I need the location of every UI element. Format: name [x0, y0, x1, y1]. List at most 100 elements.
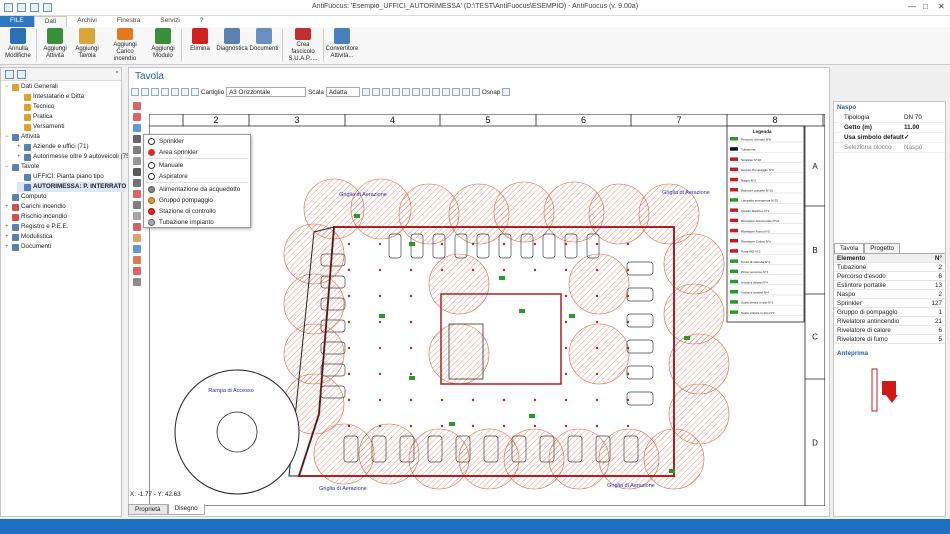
sprinkler-coverage-area[interactable] — [428, 323, 490, 385]
sprinkler-head[interactable] — [378, 242, 382, 246]
sprinkler-coverage-area[interactable] — [568, 253, 630, 315]
sprinkler-head[interactable] — [347, 294, 351, 298]
property-row[interactable]: Usa simbolo default ✓ — [834, 133, 945, 143]
sprinkler-head[interactable] — [409, 320, 413, 324]
sprinkler-head[interactable] — [347, 268, 351, 272]
tree-toggle[interactable]: − — [5, 132, 10, 142]
exit-sign[interactable] — [529, 414, 535, 418]
print-icon[interactable] — [141, 88, 149, 96]
menu-archivi[interactable]: Archivi — [67, 16, 107, 27]
menu-file[interactable]: FILE — [0, 16, 34, 27]
tool-icon[interactable] — [133, 201, 141, 209]
tool-icon[interactable] — [133, 212, 141, 220]
exit-sign[interactable] — [684, 336, 690, 340]
tree-item[interactable]: Computo — [5, 192, 47, 202]
sprinkler-head[interactable] — [347, 320, 351, 324]
copy-icon[interactable] — [401, 88, 410, 96]
table-row[interactable]: Estintore portatile 13 — [834, 281, 945, 290]
sprinkler-head[interactable] — [533, 424, 537, 428]
sprinkler-head[interactable] — [347, 424, 351, 428]
ribbon-button[interactable]: Crea fascicolo S.U.A.P..... — [285, 27, 321, 64]
table-row[interactable]: Tubazione 2 — [834, 263, 945, 272]
snap-icon[interactable] — [471, 88, 480, 96]
sprinkler-head[interactable] — [626, 294, 630, 298]
expand-all-icon[interactable] — [5, 70, 14, 79]
zoom-extents-icon[interactable] — [191, 88, 199, 96]
sprinkler-head[interactable] — [626, 424, 630, 428]
property-value[interactable]: Naspo — [904, 144, 945, 151]
sprinkler-head[interactable] — [347, 346, 351, 350]
maximize-button[interactable]: □ — [923, 2, 928, 11]
sprinkler-head[interactable] — [626, 320, 630, 324]
table-row[interactable]: Gruppo di pompaggio 1 — [834, 308, 945, 317]
panel-pin-icon[interactable]: ▫ — [116, 69, 118, 76]
sprinkler-head[interactable] — [409, 398, 413, 402]
property-row[interactable]: Getto (m) 11.00 — [834, 123, 945, 133]
sprinkler-coverage-area[interactable] — [568, 323, 630, 385]
table-row[interactable]: Rivelatore di calore 6 — [834, 326, 945, 335]
sprinkler-head[interactable] — [564, 294, 568, 298]
cartiglio-select[interactable]: A3 Orizzontale — [226, 87, 307, 97]
sprinkler-head[interactable] — [502, 398, 506, 402]
ribbon-button[interactable]: Annulla Modifiche — [2, 27, 34, 64]
sprinkler-head[interactable] — [595, 424, 599, 428]
exit-sign[interactable] — [519, 309, 525, 313]
pan-icon[interactable] — [421, 88, 430, 96]
tab-proprieta[interactable]: Proprietà — [128, 504, 168, 515]
sprinkler-head[interactable] — [378, 372, 382, 376]
context-menu-item[interactable]: Area sprinkler — [144, 147, 250, 157]
sprinkler-head[interactable] — [409, 268, 413, 272]
sprinkler-head[interactable] — [502, 424, 506, 428]
menu-servizi[interactable]: Servizi — [150, 16, 190, 27]
sprinkler-head[interactable] — [595, 398, 599, 402]
sprinkler-head[interactable] — [626, 398, 630, 402]
context-menu-item[interactable]: Sprinkler — [144, 136, 250, 146]
collapse-all-icon[interactable] — [17, 70, 26, 79]
table-icon[interactable] — [441, 88, 450, 96]
menu-finestra[interactable]: Finestra — [107, 16, 150, 27]
tool-icon[interactable] — [133, 113, 141, 121]
delete-icon[interactable] — [391, 88, 400, 96]
sprinkler-head[interactable] — [471, 424, 475, 428]
tree-item[interactable]: + Aziende e uffici (71) — [17, 142, 89, 152]
sprinkler-head[interactable] — [409, 294, 413, 298]
ribbon-button[interactable]: Aggiungi Modulo — [147, 27, 179, 64]
sprinkler-head[interactable] — [347, 242, 351, 246]
sprinkler-head[interactable] — [440, 424, 444, 428]
save-icon[interactable] — [131, 88, 139, 96]
property-value[interactable]: DN 70 — [904, 114, 945, 121]
tree-toggle[interactable]: + — [5, 222, 10, 232]
property-row[interactable]: Seleziona blocco Naspo — [834, 143, 945, 153]
sprinkler-head[interactable] — [564, 372, 568, 376]
sprinkler-head[interactable] — [502, 242, 506, 246]
sprinkler-head[interactable] — [564, 320, 568, 324]
ribbon-button[interactable]: Convertitore Attività... — [326, 27, 358, 64]
property-row[interactable]: Tipologia DN 70 — [834, 113, 945, 123]
tool-icon[interactable] — [133, 245, 141, 253]
image-icon[interactable] — [431, 88, 440, 96]
tool-icon[interactable] — [133, 223, 141, 231]
sprinkler-head[interactable] — [564, 242, 568, 246]
tool-icon[interactable] — [133, 190, 141, 198]
tree-item[interactable]: − Dati Generali — [5, 82, 58, 92]
sprinkler-head[interactable] — [378, 294, 382, 298]
context-menu-item[interactable]: Tubazione impianto — [144, 217, 250, 227]
tool-icon[interactable] — [133, 278, 141, 286]
ribbon-button[interactable]: Aggiungi Carico incendio — [103, 27, 147, 64]
exit-sign[interactable] — [409, 376, 415, 380]
ribbon-button[interactable]: Elimina — [184, 27, 216, 64]
tool-icon[interactable] — [133, 179, 141, 187]
tree-item[interactable]: + Autorimesse oltre 9 autoveicoli (75) — [17, 152, 132, 162]
property-value[interactable]: ✓ — [904, 134, 945, 141]
tool-icon[interactable] — [133, 168, 141, 176]
tool-icon[interactable] — [133, 124, 141, 132]
sprinkler-head[interactable] — [347, 372, 351, 376]
sprinkler-head[interactable] — [564, 268, 568, 272]
sprinkler-head[interactable] — [533, 242, 537, 246]
tree-toggle[interactable]: + — [5, 232, 10, 242]
tool-icon[interactable] — [133, 256, 141, 264]
sprinkler-head[interactable] — [471, 398, 475, 402]
sprinkler-head[interactable] — [440, 398, 444, 402]
ribbon-button[interactable]: Documenti — [248, 27, 280, 64]
tab-disegno[interactable]: Disegno — [167, 504, 205, 515]
